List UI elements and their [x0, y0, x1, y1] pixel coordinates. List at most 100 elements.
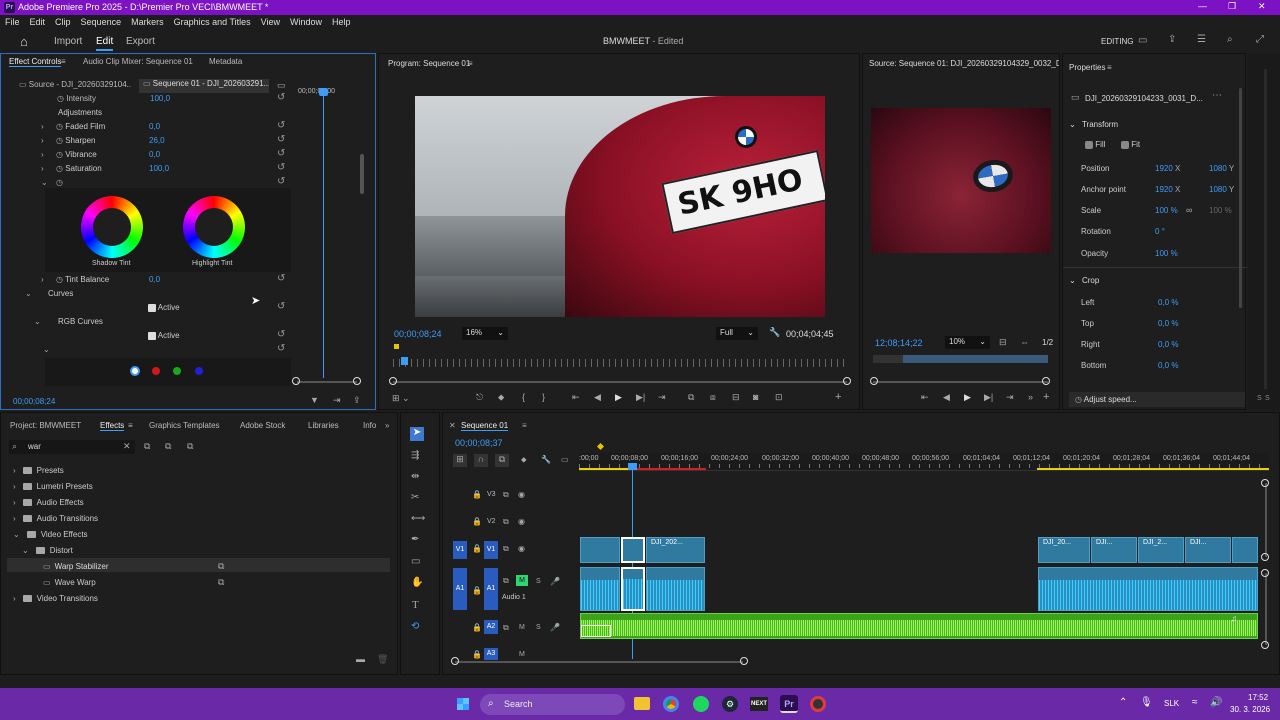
properties-scrollbar[interactable]	[1239, 88, 1242, 308]
crop-right-value[interactable]: 0,0 %	[1158, 340, 1178, 349]
play-icon[interactable]: ▶	[615, 392, 622, 403]
search-value[interactable]: war	[28, 442, 41, 451]
wrench-icon[interactable]: 🔧	[769, 327, 780, 338]
lift-icon[interactable]: ⎋	[476, 392, 483, 403]
timeline-ruler[interactable]: :00;00 00;00;08;00 00;00;16;00 00;00;24;…	[579, 453, 1269, 471]
timeline-wrench-icon[interactable]: 🔧	[541, 455, 551, 464]
filter-icon[interactable]: ▼	[310, 395, 319, 405]
source-clip-tab[interactable]: ▭ Source - DJI_20260329104...	[19, 80, 131, 93]
program-zoom-select[interactable]: 16% ⌄	[462, 327, 508, 340]
windows-start-icon[interactable]	[455, 696, 471, 712]
track-select-tool-icon[interactable]: ⇶	[411, 450, 419, 461]
program-video-frame[interactable]: SK 9HO	[415, 96, 825, 317]
tab-info[interactable]: Info	[363, 421, 376, 430]
fullscreen-icon[interactable]: ⤢	[1256, 34, 1264, 45]
sync-v2-icon[interactable]: ⧉	[503, 517, 509, 527]
program-zoom-left[interactable]	[389, 377, 397, 385]
effects-menu-icon[interactable]: ≡	[128, 421, 133, 430]
crop-bottom-value[interactable]: 0,0 %	[1158, 361, 1178, 370]
recording-app-icon[interactable]	[810, 696, 826, 712]
clear-search-icon[interactable]: ✕	[123, 441, 131, 452]
faded-film-value[interactable]: 0,0	[149, 122, 160, 131]
menu-clip[interactable]: Clip	[50, 15, 76, 30]
sync-v3-icon[interactable]: ⧉	[503, 490, 509, 500]
stopwatch-icon[interactable]: ◷	[56, 122, 63, 131]
steam-icon[interactable]: ⚙	[722, 696, 738, 712]
ripple-edit-tool-icon[interactable]: ⇹	[411, 471, 419, 482]
channel-white-dot[interactable]	[130, 366, 140, 376]
stopwatch-icon[interactable]: ◷	[56, 275, 63, 284]
lock-a1-icon[interactable]: 🔒	[472, 586, 482, 595]
sequence-menu-icon[interactable]: ≡	[522, 421, 527, 430]
razor-tool-icon[interactable]: ✂	[411, 492, 419, 503]
vscroll-handle-3[interactable]	[1261, 569, 1269, 577]
shadow-tint-wheel[interactable]	[81, 196, 143, 258]
remix-tool-icon[interactable]: ⟲	[411, 621, 419, 632]
crop-left-value[interactable]: 0,0 %	[1158, 298, 1178, 307]
stopwatch-icon[interactable]: ◷	[56, 150, 63, 159]
program-zoom-bar[interactable]	[393, 381, 847, 383]
menu-help[interactable]: Help	[327, 15, 356, 30]
tab-export[interactable]: Export	[126, 36, 155, 47]
ec-timecode[interactable]: 00;00;08;24	[13, 397, 55, 406]
source-step-back-icon[interactable]: ◀	[943, 392, 950, 403]
tab-metadata[interactable]: Metadata	[209, 57, 242, 66]
tab-import[interactable]: Import	[54, 36, 82, 47]
fill-option[interactable]: Fill	[1085, 140, 1105, 149]
snap-icon[interactable]: ∩	[474, 454, 488, 467]
saturation-value[interactable]: 100,0	[149, 164, 169, 173]
source-go-out-icon[interactable]: ⇥	[1006, 392, 1014, 403]
effects-search-box[interactable]: ⌕ war ✕	[9, 440, 135, 454]
a1-clip-2[interactable]	[621, 567, 645, 611]
clip-more-icon[interactable]: ⋯	[1212, 90, 1222, 101]
insert-icon[interactable]: ⧉	[688, 392, 694, 403]
lock-v1-icon[interactable]: 🔒	[472, 544, 482, 553]
vscroll-handle-2[interactable]	[1261, 553, 1269, 561]
mute-a1-button[interactable]: M	[516, 575, 528, 586]
expand-saturation-icon[interactable]: ›	[41, 164, 44, 173]
tray-wifi-icon[interactable]: ≈	[1192, 697, 1198, 708]
menu-markers[interactable]: Markers	[126, 15, 169, 30]
timeline-timecode[interactable]: 00;00;08;37	[455, 438, 503, 448]
ec-zoom-handle-left[interactable]	[292, 377, 300, 385]
new-bin-icon[interactable]: ▬	[356, 654, 365, 664]
tray-date[interactable]: 30. 3. 2026	[1230, 705, 1270, 714]
program-quality-select[interactable]: Full ⌄	[716, 327, 758, 340]
source-zoom-right[interactable]	[1042, 377, 1050, 385]
source-zoom-left[interactable]	[870, 377, 878, 385]
sync-a1-icon[interactable]: ⧉	[503, 576, 509, 586]
premiere-taskbar-icon[interactable]: Pr	[780, 695, 798, 713]
solo-a2-button[interactable]: S	[536, 624, 541, 631]
tree-distort[interactable]: ⌄ Distort	[22, 546, 73, 555]
more-tabs-icon[interactable]: »	[385, 421, 389, 430]
timeline-playhead-head[interactable]	[628, 463, 637, 470]
collapse-curves-icon[interactable]: ⌄	[25, 289, 32, 298]
v1-clip-5[interactable]: DJI...	[1091, 537, 1137, 563]
expand-tint-balance-icon[interactable]: ›	[41, 275, 44, 284]
intensity-value[interactable]: 100,0	[150, 94, 170, 103]
chrome-icon[interactable]	[663, 696, 679, 712]
v1-clip-8[interactable]	[1232, 537, 1258, 563]
eye-v1-icon[interactable]: ◉	[518, 544, 525, 553]
a2-selected-region[interactable]	[581, 625, 611, 637]
search-icon[interactable]: ⌕	[1227, 34, 1233, 45]
source-add-icon[interactable]: +	[1043, 391, 1049, 403]
camera-icon[interactable]: ◙	[753, 392, 758, 402]
sequence-clip-tab[interactable]: ▭ Sequence 01 - DJI_202603291...	[139, 79, 269, 93]
linked-selection-icon[interactable]: ⧉	[495, 454, 509, 467]
highlight-tint-wheel[interactable]	[183, 196, 245, 258]
ec-playhead[interactable]	[323, 88, 324, 378]
mic-a1-icon[interactable]: 🎤	[550, 577, 560, 586]
source-play-icon[interactable]: ▶	[964, 392, 971, 403]
eye-v2-icon[interactable]: ◉	[518, 517, 525, 526]
go-to-out-icon[interactable]: ⇥	[658, 392, 666, 403]
v1-clip-4[interactable]: DJI_20...	[1038, 537, 1090, 563]
panel-icon[interactable]: ▭	[1138, 35, 1147, 46]
meter-solo-right[interactable]: S	[1265, 395, 1270, 402]
taskbar-search[interactable]: ⌕ Search	[480, 694, 625, 715]
sharpen-value[interactable]: 26,0	[149, 136, 165, 145]
accelerated-effects-icon[interactable]: ⧉	[144, 441, 150, 452]
a2-music-clip[interactable]	[580, 613, 1258, 639]
mark-out-icon[interactable]: }	[542, 392, 545, 402]
overwrite-icon[interactable]: ⧈	[710, 392, 716, 403]
